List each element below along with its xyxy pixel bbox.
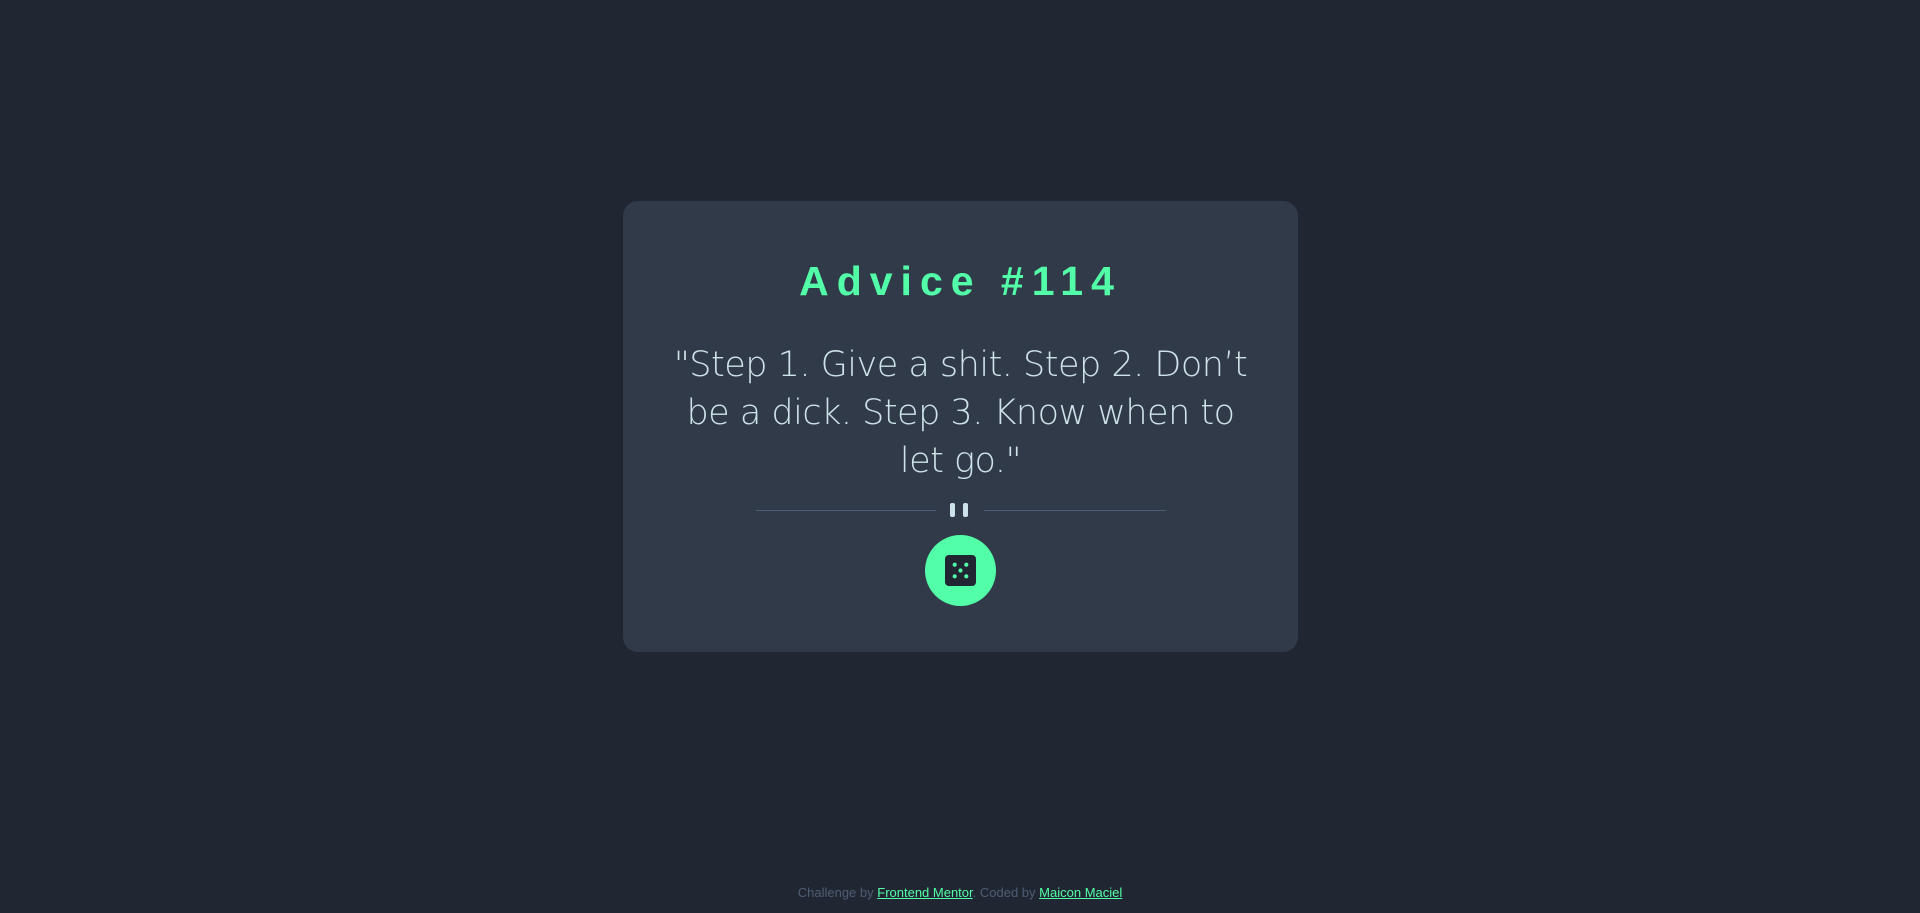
- advice-text: "Step 1. Give a shit. Step 2. Don’t be a…: [673, 345, 1248, 481]
- new-advice-button[interactable]: [925, 535, 996, 606]
- frontend-mentor-link[interactable]: Frontend Mentor: [877, 885, 972, 900]
- advice-title: Advice #114: [799, 258, 1122, 304]
- advice-card: Advice #114 "Step 1. Give a shit. Step 2…: [623, 201, 1298, 652]
- footer-separator: .: [972, 885, 977, 900]
- attribution-footer: Challenge by Frontend Mentor. Coded by M…: [0, 884, 1920, 902]
- author-link[interactable]: Maicon Maciel: [1039, 885, 1122, 900]
- coded-prefix: Coded by: [979, 885, 1036, 900]
- challenge-prefix: Challenge by: [797, 885, 874, 900]
- dice-icon: [945, 555, 976, 586]
- pause-icon: [950, 503, 970, 517]
- divider-line-left: [756, 510, 936, 511]
- divider-line-right: [984, 510, 1166, 511]
- divider: [756, 500, 1166, 520]
